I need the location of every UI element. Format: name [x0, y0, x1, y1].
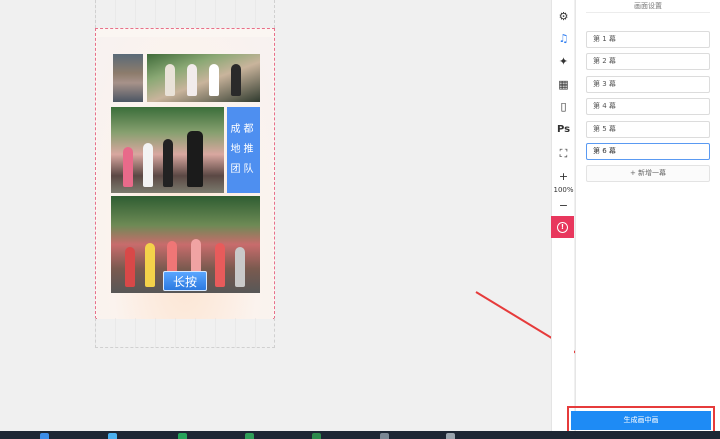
- zoom-level: 100%: [553, 186, 574, 194]
- scene-item-2[interactable]: 第 2 幕: [586, 53, 710, 70]
- grid-icon[interactable]: ▦: [552, 74, 575, 94]
- zoom-out-button[interactable]: −: [552, 195, 575, 215]
- scene-settings-panel: 画面设置 第 1 幕 第 2 幕 第 3 幕 第 4 幕 第 5 幕 第 6 幕…: [575, 0, 720, 431]
- settings-icon[interactable]: ⚙: [552, 6, 575, 26]
- scene-item-4[interactable]: 第 4 幕: [586, 98, 710, 115]
- panel-title: 画面设置: [586, 1, 710, 13]
- phone-preview-icon[interactable]: ▯: [552, 96, 575, 116]
- taskbar-app-icon[interactable]: [380, 433, 389, 439]
- taskbar-app-icon[interactable]: [40, 433, 49, 439]
- capture-icon[interactable]: ⛶: [552, 144, 575, 164]
- taskbar-app-icon[interactable]: [245, 433, 254, 439]
- generate-pip-button[interactable]: 生成画中画: [571, 411, 711, 430]
- photoshop-icon[interactable]: Ps: [552, 119, 575, 139]
- info-button[interactable]: !: [551, 216, 574, 238]
- music-icon[interactable]: ♫: [552, 28, 575, 48]
- taskbar-app-icon[interactable]: [108, 433, 117, 439]
- scene-item-6[interactable]: 第 6 幕: [586, 143, 710, 160]
- taskbar-app-icon[interactable]: [178, 433, 187, 439]
- scene-item-5[interactable]: 第 5 幕: [586, 121, 710, 138]
- scene-item-3[interactable]: 第 3 幕: [586, 76, 710, 93]
- effects-icon[interactable]: ✦: [552, 51, 575, 71]
- scene-item-1[interactable]: 第 1 幕: [586, 31, 710, 48]
- info-icon: !: [557, 221, 568, 233]
- zoom-in-button[interactable]: +: [552, 166, 575, 186]
- taskbar-app-icon[interactable]: [312, 433, 321, 439]
- taskbar-app-icon[interactable]: [446, 433, 455, 439]
- add-scene-button[interactable]: + 新增一幕: [586, 165, 710, 182]
